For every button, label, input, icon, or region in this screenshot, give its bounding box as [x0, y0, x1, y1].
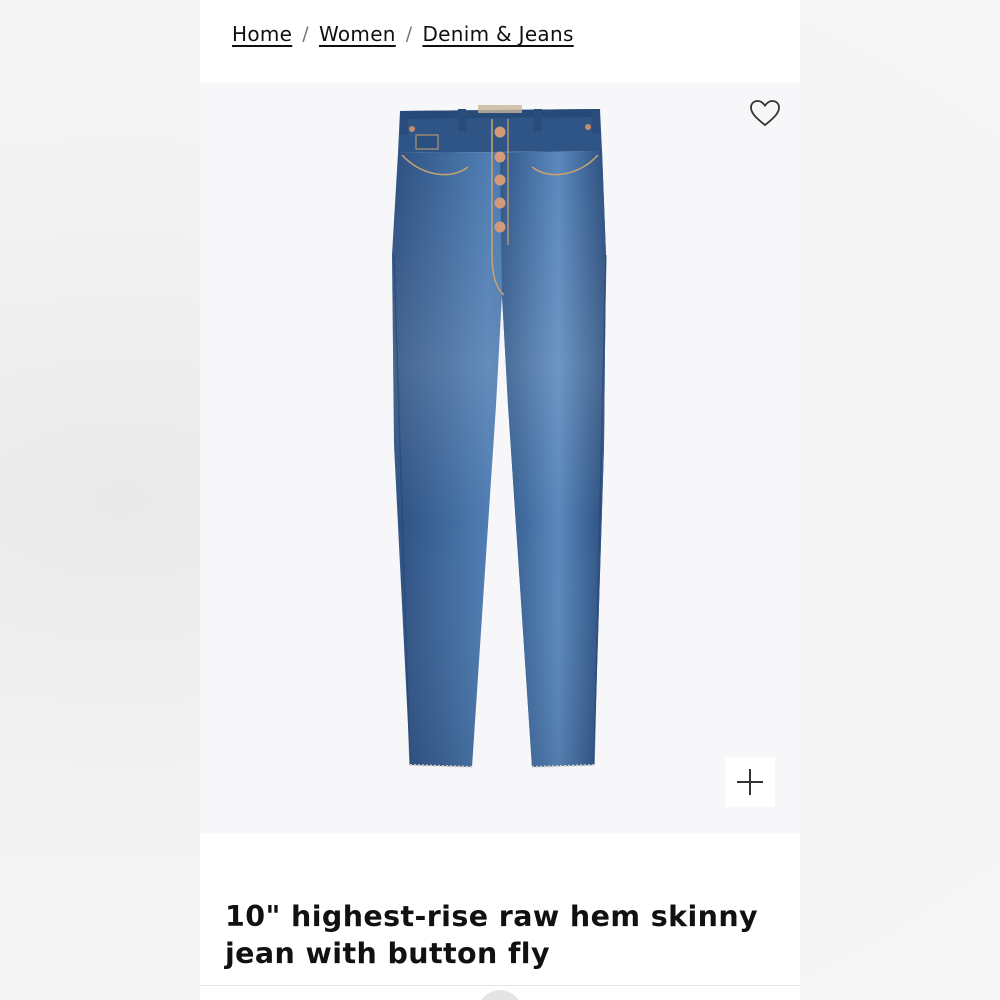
- breadcrumb-denim-link[interactable]: Denim & Jeans: [422, 22, 573, 46]
- product-image-gallery[interactable]: [200, 83, 800, 833]
- carousel-indicator[interactable]: [478, 990, 522, 1000]
- breadcrumb-women-link[interactable]: Women: [319, 22, 396, 46]
- breadcrumb-home-link[interactable]: Home: [232, 22, 292, 46]
- divider: [200, 985, 800, 986]
- favorite-button[interactable]: [749, 98, 781, 128]
- breadcrumb-separator: /: [302, 23, 309, 45]
- heart-icon: [750, 100, 780, 127]
- product-title: 10" highest-rise raw hem skinny jean wit…: [225, 900, 758, 970]
- breadcrumb: Home / Women / Denim & Jeans: [232, 22, 574, 46]
- plus-icon: [737, 769, 763, 795]
- product-image[interactable]: [380, 105, 620, 773]
- breadcrumb-separator: /: [405, 23, 413, 45]
- zoom-button[interactable]: [725, 757, 775, 807]
- mobile-screen: Home / Women / Denim & Jeans 10" highest…: [200, 0, 800, 1000]
